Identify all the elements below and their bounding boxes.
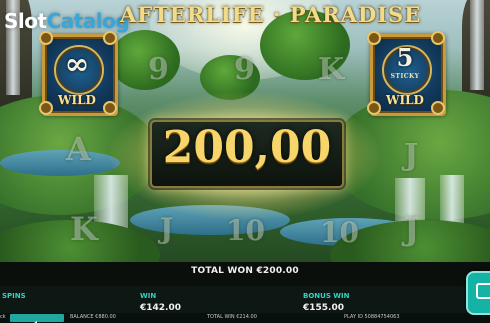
sticky-label: STICKY [390,73,420,80]
ornament [39,31,53,45]
wild-label: WILD [386,93,424,107]
chat-button[interactable] [466,271,490,315]
win-amount: 200,00 [162,122,332,173]
reel-symbol: A [66,130,91,168]
status-bar: ck BALANCE €880.00 TOTAL WIN €214.00 PLA… [0,313,490,323]
sticky-wild-left: ∞ WILD [39,31,118,116]
logo-word-2: Catalog [46,9,130,33]
chat-icon [476,283,490,299]
total-won-text: TOTAL WON €200.00 [191,266,299,276]
right-waterfall [470,0,484,90]
bonus-win-value: €155.00 [303,303,344,313]
reel-symbol: J [404,210,420,248]
play-id-text: PLAY ID 50884754063 [344,314,400,320]
reel-symbol: J [404,138,419,173]
menu-glyph[interactable]: ck [0,314,6,320]
game-screen: 9 9 K A A J K J 10 10 J 9 SlotCatalog AF… [0,0,490,323]
game-title: AFTERLIFE · PARADISE [120,2,422,27]
wild-label: WILD [58,93,96,107]
win-label: WIN [140,292,157,300]
spins-label: SPINS [2,292,26,300]
reel-symbol: J [160,212,174,245]
left-river [0,150,120,176]
logo-word-1: Slot [4,9,47,33]
sticky-wild-right: 5 STICKY WILD [367,31,446,116]
balance-text: BALANCE €880.00 [70,314,116,320]
bonus-win-label: BONUS WIN [303,292,350,300]
reel-symbol: K [318,52,345,87]
reel-symbol: 9 [148,52,169,87]
multiplier-count: 5 [396,43,414,72]
reel-symbol: 9 [234,52,255,87]
win-value: €142.00 [140,303,181,313]
tree [110,30,180,90]
reel-symbol: K [70,210,98,248]
reel-symbol: 10 [320,216,359,249]
sound-toggle[interactable] [10,314,64,323]
total-won-bar: TOTAL WON €200.00 [0,262,490,286]
ornament [103,31,117,45]
total-win-text: TOTAL WIN €214.00 [207,314,257,320]
infinity-icon: ∞ [64,47,90,82]
site-logo: SlotCatalog [4,9,130,33]
